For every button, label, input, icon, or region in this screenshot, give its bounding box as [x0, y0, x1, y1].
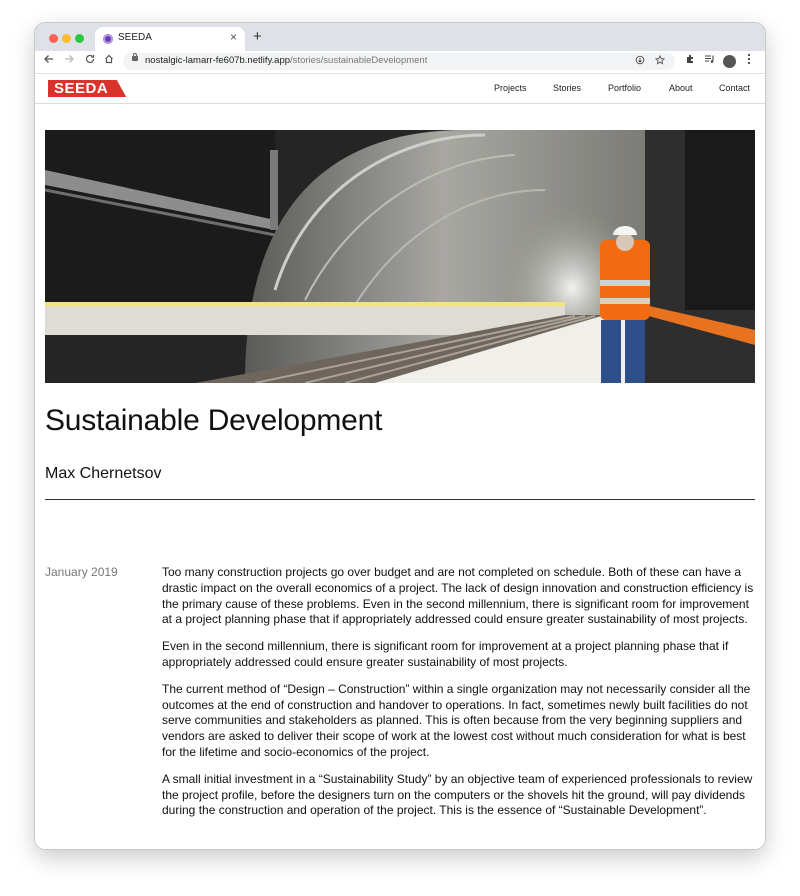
media-icon[interactable] — [704, 54, 715, 67]
install-icon[interactable] — [635, 55, 645, 68]
divider — [45, 499, 755, 500]
nav-portfolio[interactable]: Portfolio — [608, 83, 641, 93]
page-title: Sustainable Development — [45, 404, 383, 437]
nav-projects[interactable]: Projects — [494, 83, 527, 93]
more-icon[interactable] — [747, 53, 751, 68]
seeda-logo[interactable]: SEEDA — [48, 80, 127, 97]
minimize-window-button[interactable] — [62, 34, 71, 43]
hero-image — [45, 130, 755, 383]
article-paragraph: A small initial investment in a “Sustain… — [162, 771, 753, 818]
close-window-button[interactable] — [49, 34, 58, 43]
extensions-icon[interactable] — [685, 54, 695, 67]
address-bar[interactable]: nostalgic-lamarr-fe607b.netlify.app/stor… — [123, 53, 675, 70]
back-icon[interactable] — [44, 53, 54, 67]
maximize-window-button[interactable] — [75, 34, 84, 43]
star-icon[interactable] — [654, 54, 666, 68]
reload-icon[interactable] — [85, 53, 95, 67]
home-icon[interactable] — [104, 53, 114, 67]
browser-tab[interactable]: SEEDA × — [95, 27, 245, 51]
new-tab-icon[interactable]: + — [253, 28, 262, 45]
article-paragraph: Even in the second millennium, there is … — [162, 639, 729, 669]
article-body: Too many construction projects go over b… — [162, 565, 755, 830]
publish-date: January 2019 — [45, 565, 118, 579]
web-page: SEEDA Projects Stories Portfolio About C… — [35, 74, 765, 849]
author-name: Max Chernetsov — [45, 465, 162, 482]
article-paragraph: The current method of “Design – Construc… — [162, 681, 751, 759]
url-text: nostalgic-lamarr-fe607b.netlify.app/stor… — [145, 55, 428, 66]
profile-icon[interactable] — [723, 55, 736, 68]
lock-icon — [132, 53, 138, 61]
tab-close-icon[interactable]: × — [230, 30, 237, 44]
site-header: SEEDA Projects Stories Portfolio About C… — [35, 74, 765, 104]
nav-about[interactable]: About — [669, 83, 693, 93]
forward-icon[interactable] — [64, 53, 74, 67]
nav-contact[interactable]: Contact — [719, 83, 750, 93]
nav-stories[interactable]: Stories — [553, 83, 581, 93]
browser-window: SEEDA × + nostalgic-lamarr-fe607b.netlif… — [35, 23, 765, 849]
favicon-icon — [103, 34, 113, 44]
article-paragraph: Too many construction projects go over b… — [162, 565, 754, 627]
tab-title: SEEDA — [118, 32, 152, 43]
browser-toolbar: nostalgic-lamarr-fe607b.netlify.app/stor… — [35, 51, 765, 74]
tab-strip: SEEDA × + — [35, 23, 765, 51]
